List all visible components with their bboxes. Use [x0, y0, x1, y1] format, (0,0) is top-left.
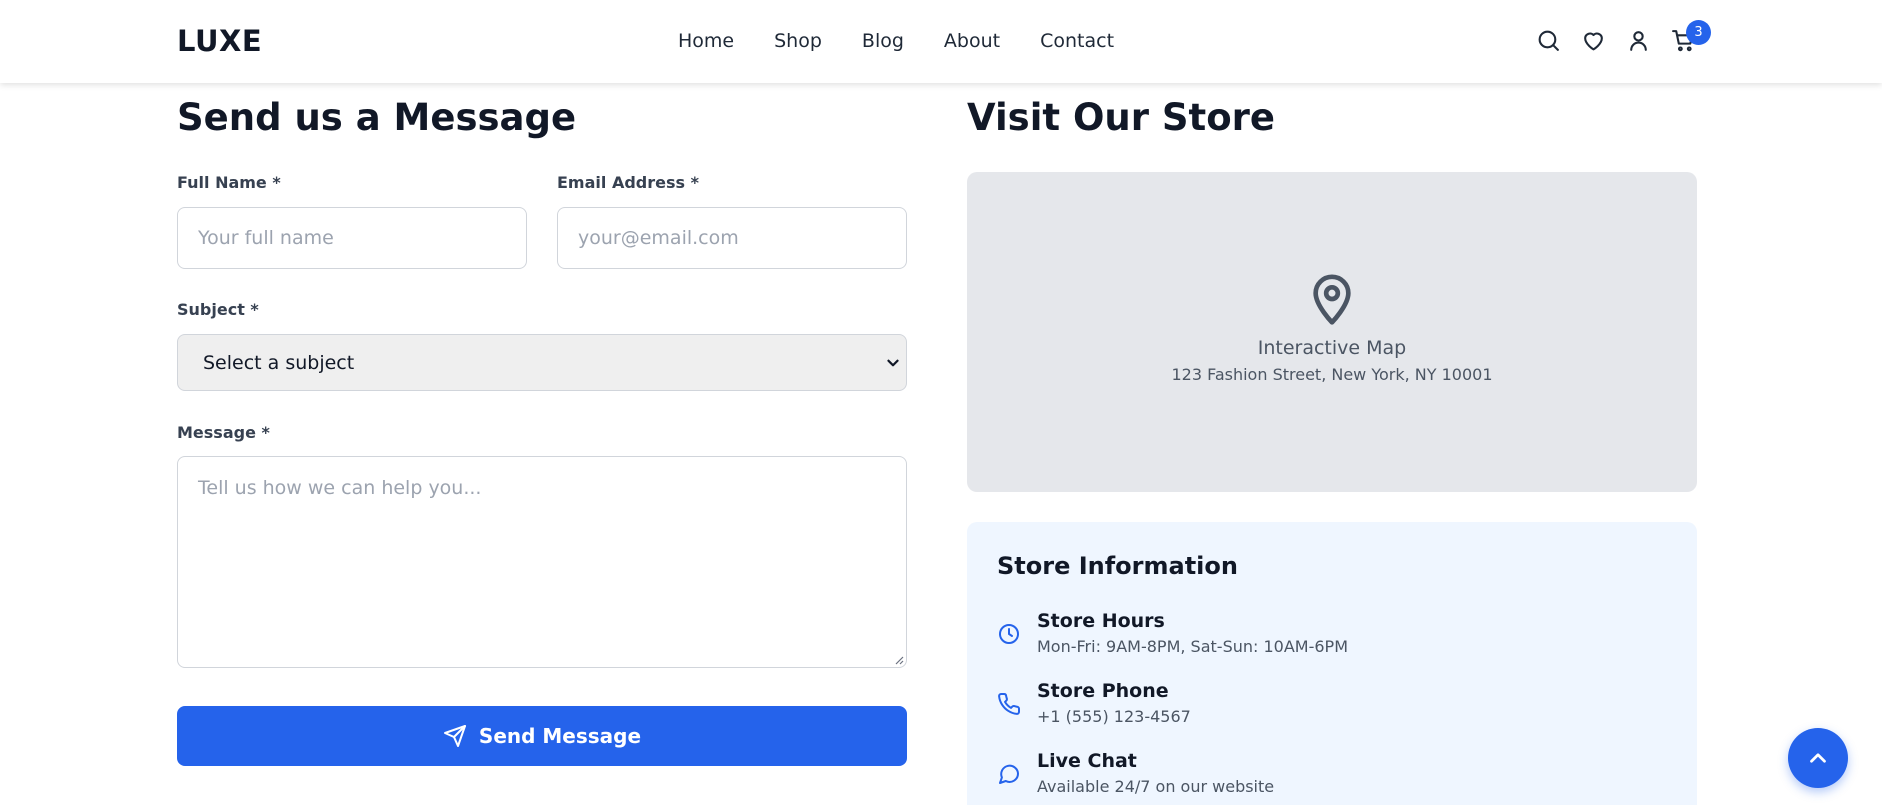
header-actions: 3: [1536, 20, 1711, 53]
send-message-label: Send Message: [478, 724, 642, 748]
store-hours-title: Store Hours: [1037, 610, 1165, 632]
store-phone-title: Store Phone: [1037, 680, 1169, 702]
store-title: Visit Our Store: [967, 96, 1275, 139]
store-phone-detail[interactable]: +1 (555) 123-4567: [1037, 707, 1191, 726]
store-info-card: Store Information Store Hours Mon-Fri: 9…: [967, 522, 1697, 805]
full-name-input[interactable]: Your full name: [177, 207, 527, 269]
chevron-down-icon: [887, 359, 899, 367]
store-phone-item: Store Phone +1 (555) 123-4567: [997, 680, 1191, 726]
live-chat-detail: Available 24/7 on our website: [1037, 777, 1275, 796]
subject-label: Subject *: [177, 300, 259, 319]
nav-blog[interactable]: Blog: [862, 30, 904, 52]
main-nav: Home Shop Blog About Contact: [678, 30, 1114, 52]
email-label: Email Address *: [557, 173, 699, 192]
clock-icon: [999, 624, 1019, 644]
send-message-button[interactable]: Send Message: [177, 706, 907, 766]
resize-handle-icon[interactable]: [894, 655, 904, 665]
nav-shop[interactable]: Shop: [774, 30, 822, 52]
full-name-label: Full Name *: [177, 173, 281, 192]
cart-icon[interactable]: 3: [1671, 20, 1711, 53]
map-title: Interactive Map: [1257, 336, 1407, 359]
email-input[interactable]: your@email.com: [557, 207, 907, 269]
live-chat-title: Live Chat: [1037, 750, 1137, 772]
store-map[interactable]: Interactive Map 123 Fashion Street, New …: [967, 172, 1697, 492]
nav-home[interactable]: Home: [678, 30, 734, 52]
form-title: Send us a Message: [177, 96, 577, 139]
nav-contact[interactable]: Contact: [1040, 30, 1114, 52]
chat-icon: [999, 764, 1020, 784]
store-info-title: Store Information: [997, 552, 1238, 580]
live-chat-item: Live Chat Available 24/7 on our website: [997, 750, 1274, 796]
subject-select[interactable]: Select a subject: [177, 334, 907, 391]
message-label: Message *: [177, 423, 270, 442]
site-header: LUXE Home Shop Blog About Contact 3: [0, 0, 1882, 83]
scroll-to-top-button[interactable]: [1788, 728, 1848, 788]
subject-selected-value: Select a subject: [203, 351, 355, 374]
store-address: 123 Fashion Street, New York, NY 10001: [1171, 364, 1493, 384]
user-icon[interactable]: [1626, 28, 1651, 53]
store-hours-item: Store Hours Mon-Fri: 9AM-8PM, Sat-Sun: 1…: [997, 610, 1348, 656]
store-hours-detail: Mon-Fri: 9AM-8PM, Sat-Sun: 10AM-6PM: [1037, 637, 1348, 656]
brand-logo[interactable]: LUXE: [177, 24, 262, 58]
message-textarea[interactable]: Tell us how we can help you...: [177, 456, 907, 668]
search-icon[interactable]: [1536, 28, 1561, 53]
map-pin-icon: [1313, 274, 1351, 325]
cart-count-badge: 3: [1686, 20, 1711, 45]
chevron-up-icon: [1810, 753, 1826, 763]
nav-about[interactable]: About: [944, 30, 1000, 52]
message-placeholder: Tell us how we can help you...: [198, 477, 482, 499]
phone-icon: [998, 692, 1021, 715]
heart-icon[interactable]: [1581, 28, 1606, 53]
send-icon: [443, 725, 466, 747]
